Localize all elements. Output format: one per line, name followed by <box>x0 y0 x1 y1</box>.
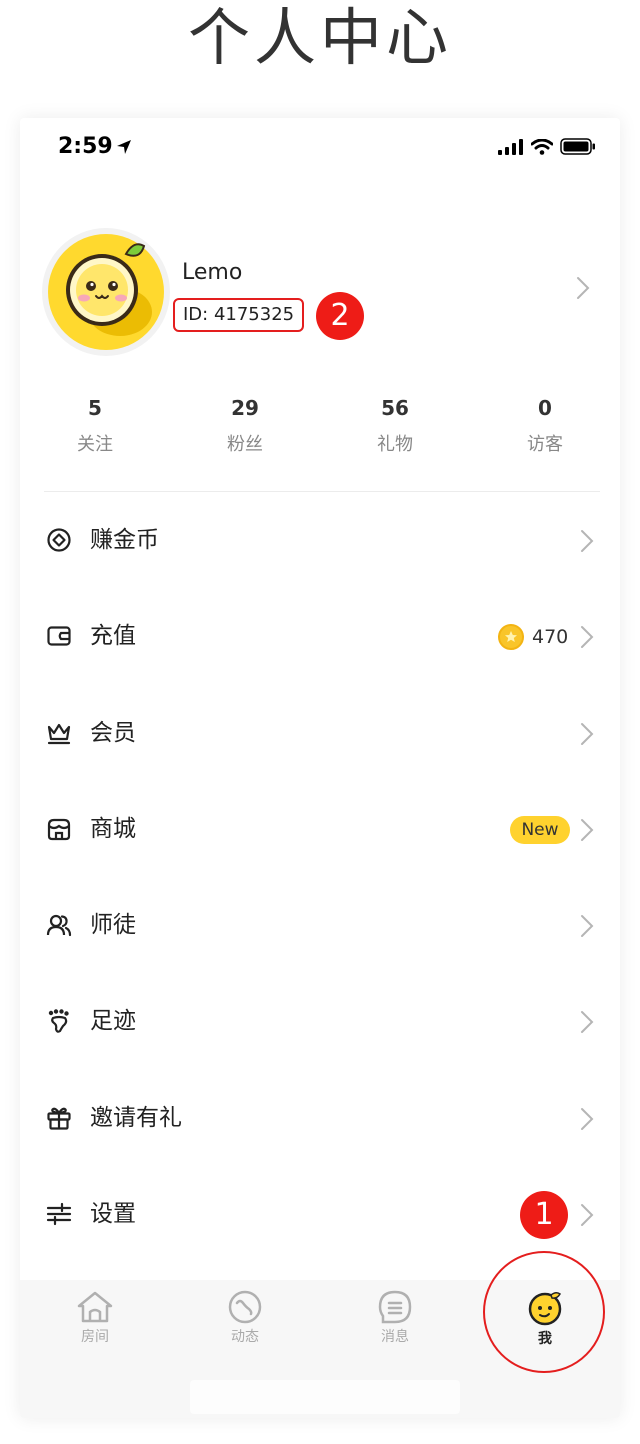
location-arrow-icon <box>117 140 131 154</box>
stat-value: 29 <box>231 396 259 420</box>
menu-item-invite[interactable]: 邀请有礼 <box>20 1070 620 1166</box>
user-id: ID: 4175325 <box>173 298 305 332</box>
home-indicator <box>190 1380 460 1414</box>
stat-following[interactable]: 5 关注 <box>20 394 170 464</box>
status-time: 2:59 <box>58 134 113 159</box>
menu-label: 充值 <box>90 623 136 650</box>
menu-label: 会员 <box>90 719 136 746</box>
chevron-right-icon <box>581 1011 594 1034</box>
phone-screen: 2:59 Lemo ID: 4175325 2 5 关注 29 粉丝 56 礼物… <box>20 118 620 1418</box>
battery-icon <box>560 138 595 155</box>
stat-label: 关注 <box>77 434 113 455</box>
menu-item-store[interactable]: 商城 New <box>20 781 620 877</box>
chevron-right-icon <box>581 915 594 938</box>
new-badge: New <box>510 815 570 844</box>
store-icon <box>47 818 71 840</box>
annotation-circle <box>483 1251 605 1373</box>
chevron-right-icon <box>581 530 594 552</box>
home-icon <box>77 1291 113 1323</box>
stat-label: 礼物 <box>377 434 413 455</box>
annotation-badge-2: 2 <box>316 292 364 340</box>
tab-label: 动态 <box>231 1329 259 1345</box>
stat-label: 粉丝 <box>227 434 263 455</box>
message-icon <box>378 1290 412 1324</box>
avatar[interactable] <box>42 228 170 356</box>
chevron-right-icon <box>581 626 594 649</box>
signal-icon <box>498 138 523 155</box>
menu-label: 商城 <box>90 815 136 842</box>
status-bar: 2:59 <box>20 118 620 178</box>
menu-item-earn-coins[interactable]: 赚金币 <box>20 492 620 588</box>
chevron-right-icon <box>581 1204 594 1227</box>
tab-feed[interactable]: 动态 <box>170 1290 320 1346</box>
earn-coins-icon <box>47 528 71 552</box>
chevron-right-icon <box>577 277 590 299</box>
stat-fans[interactable]: 29 粉丝 <box>170 394 320 464</box>
profile-header[interactable]: Lemo ID: 4175325 2 <box>20 228 620 358</box>
coin-icon <box>498 624 524 651</box>
crown-icon <box>47 723 71 744</box>
page-heading: 个人中心 <box>187 1 452 74</box>
menu-item-membership[interactable]: 会员 <box>20 685 620 781</box>
lemon-avatar-icon <box>48 234 164 350</box>
menu-label: 设置 <box>90 1201 136 1228</box>
feed-icon <box>228 1290 262 1324</box>
annotation-badge-1: 1 <box>520 1191 568 1240</box>
menu-item-mentorship[interactable]: 师徒 <box>20 877 620 973</box>
tab-rooms[interactable]: 房间 <box>20 1290 170 1346</box>
chevron-right-icon <box>581 722 594 745</box>
chevron-right-icon <box>581 818 594 841</box>
stats-row: 5 关注 29 粉丝 56 礼物 0 访客 <box>20 394 620 464</box>
menu-item-recharge[interactable]: 充值 470 <box>20 588 620 684</box>
menu-item-footprints[interactable]: 足迹 <box>20 973 620 1069</box>
footprint-icon <box>48 1009 69 1034</box>
stat-visitors[interactable]: 0 访客 <box>470 394 620 464</box>
menu-label: 赚金币 <box>90 527 159 553</box>
stat-value: 5 <box>88 396 102 420</box>
username: Lemo <box>182 260 243 285</box>
tab-label: 消息 <box>381 1329 409 1345</box>
coin-balance: 470 <box>532 626 569 649</box>
menu-label: 足迹 <box>90 1008 136 1035</box>
wallet-icon <box>47 626 71 646</box>
wifi-icon <box>531 138 553 155</box>
stat-gifts[interactable]: 56 礼物 <box>320 394 470 464</box>
tab-messages[interactable]: 消息 <box>320 1290 470 1346</box>
menu-label: 师徒 <box>90 912 136 939</box>
stat-label: 访客 <box>527 434 563 455</box>
chevron-right-icon <box>581 1107 594 1130</box>
gift-icon <box>47 1107 71 1130</box>
people-icon <box>46 915 72 937</box>
sliders-icon <box>46 1202 72 1226</box>
menu-label: 邀请有礼 <box>90 1104 182 1131</box>
stat-value: 56 <box>381 396 409 420</box>
status-indicators <box>498 138 596 155</box>
tab-label: 房间 <box>81 1329 109 1345</box>
menu-item-settings[interactable]: 设置 1 <box>20 1166 620 1262</box>
menu-list: 赚金币 充值 470 会员 商城 New 师徒 足迹 邀请有礼 设置 1 <box>20 492 620 1262</box>
stat-value: 0 <box>538 396 552 420</box>
